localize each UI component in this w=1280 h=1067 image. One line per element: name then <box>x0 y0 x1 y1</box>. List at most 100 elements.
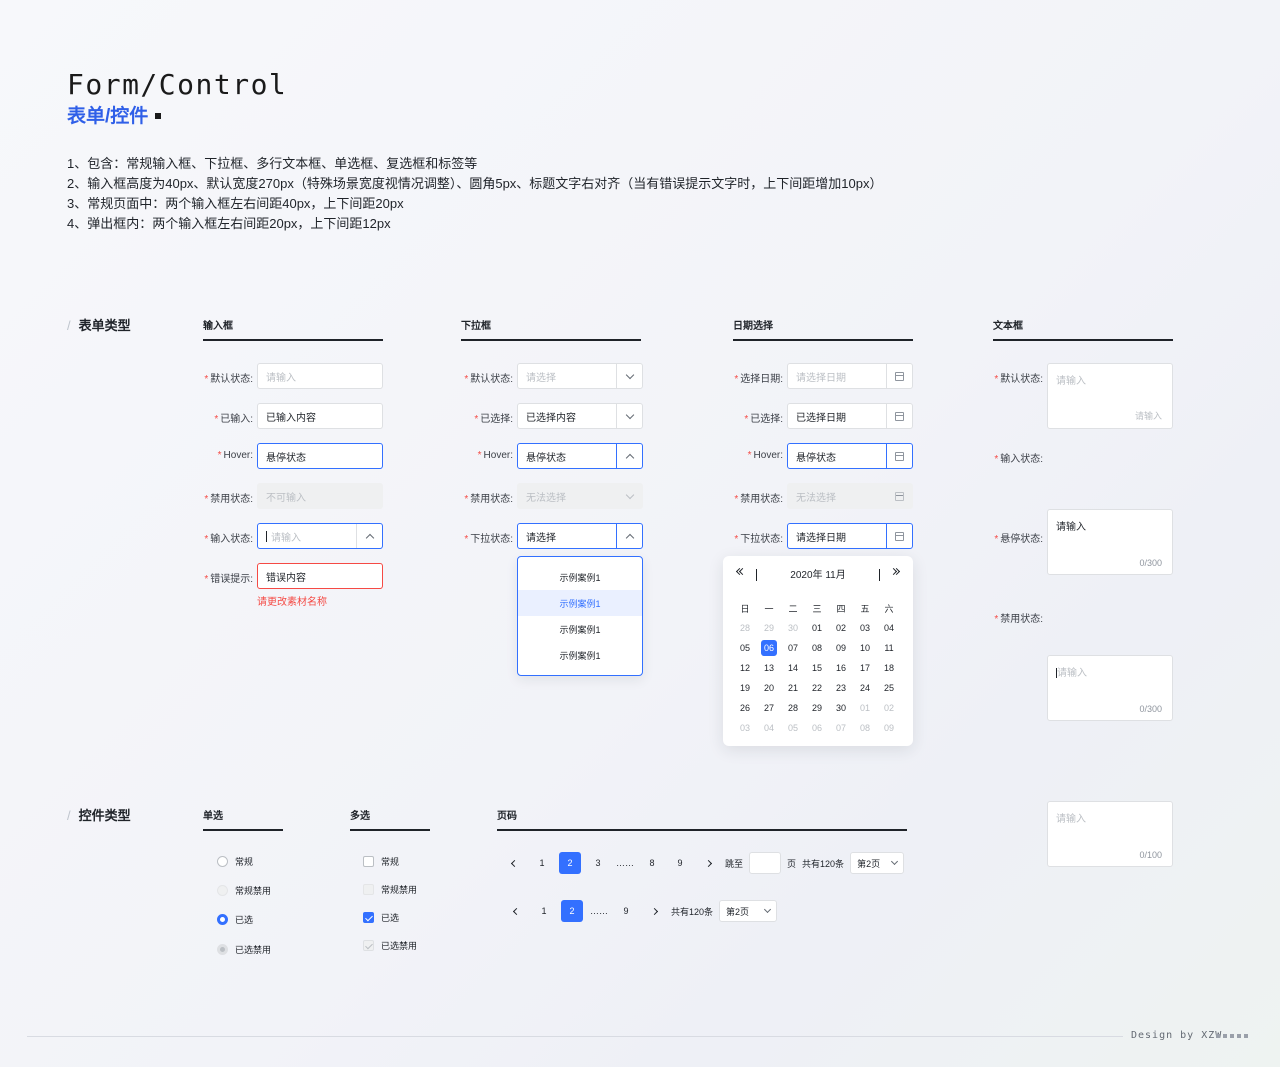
calendar-day[interactable]: 19 <box>733 678 757 698</box>
calendar-day[interactable]: 05 <box>781 718 805 738</box>
calendar-day[interactable]: 24 <box>853 678 877 698</box>
calendar-day[interactable]: 03 <box>733 718 757 738</box>
calendar-day[interactable]: 22 <box>805 678 829 698</box>
text-input-error[interactable]: 错误内容 <box>257 563 383 589</box>
calendar-day[interactable]: 05 <box>733 638 757 658</box>
calendar-day[interactable]: 16 <box>829 658 853 678</box>
page-number[interactable]: 9 <box>615 900 637 922</box>
radio-normal[interactable]: 常规 <box>217 854 253 868</box>
checkbox-checked[interactable]: 已选 <box>363 910 399 924</box>
page-number[interactable]: 9 <box>669 852 691 874</box>
page-number-active[interactable]: 2 <box>559 852 581 874</box>
date-input-filled[interactable]: 已选择日期 <box>787 403 913 429</box>
next-month-icon[interactable] <box>879 569 880 581</box>
checkbox-normal[interactable]: 常规 <box>363 854 399 868</box>
checkbox-disabled: 常规禁用 <box>363 882 417 896</box>
calendar-day[interactable]: 18 <box>877 658 901 678</box>
page-ellipsis[interactable]: …… <box>589 900 609 922</box>
calendar-day[interactable]: 11 <box>877 638 901 658</box>
dropdown-option-active[interactable]: 示例案例1 <box>518 590 642 616</box>
calendar-day[interactable]: 09 <box>829 638 853 658</box>
page-number[interactable]: 8 <box>641 852 663 874</box>
radio-circle[interactable] <box>217 855 228 867</box>
next-page-icon[interactable] <box>643 900 665 922</box>
calendar-day-label: 18 <box>883 663 894 673</box>
text-input-default[interactable]: 请输入 <box>257 363 383 389</box>
calendar-day[interactable]: 30 <box>781 618 805 638</box>
prev-page-icon[interactable] <box>505 900 527 922</box>
calendar-day[interactable]: 17 <box>853 658 877 678</box>
calendar-day[interactable]: 02 <box>877 698 901 718</box>
page-number[interactable]: 1 <box>531 852 553 874</box>
check-icon[interactable] <box>363 911 374 923</box>
calendar-day[interactable]: 04 <box>757 718 781 738</box>
page-size-select[interactable]: 第2页 <box>850 852 905 874</box>
textarea-default[interactable]: 请输入 请输入 <box>1047 363 1173 429</box>
calendar-day[interactable]: 09 <box>877 718 901 738</box>
chevron-up-icon[interactable] <box>356 524 382 548</box>
calendar-day[interactable]: 25 <box>877 678 901 698</box>
select-hover[interactable]: 悬停状态 <box>517 443 643 469</box>
calendar-day[interactable]: 13 <box>757 658 781 678</box>
calendar-day[interactable]: 23 <box>829 678 853 698</box>
footer-credit: Design by XZW <box>1131 1030 1223 1041</box>
page-ellipsis[interactable]: …… <box>615 852 635 874</box>
dropdown-option[interactable]: 示例案例1 <box>518 616 642 642</box>
select-filled[interactable]: 已选择内容 <box>517 403 643 429</box>
calendar-day[interactable]: 28 <box>781 698 805 718</box>
calendar-day-selected[interactable]: 06 <box>757 638 781 658</box>
date-input-default[interactable]: 请选择日期 <box>787 363 913 389</box>
next-page-icon[interactable] <box>697 852 719 874</box>
calendar-weekday: 日 <box>740 603 750 614</box>
text-input-active[interactable]: 请输入 <box>257 523 383 549</box>
calendar-day[interactable]: 26 <box>733 698 757 718</box>
jump-page-input[interactable] <box>749 852 782 874</box>
text-input-hover[interactable]: 悬停状态 <box>257 443 383 469</box>
calendar-day[interactable]: 07 <box>781 638 805 658</box>
text-input-filled[interactable]: 已输入内容 <box>257 403 383 429</box>
calendar-day[interactable]: 01 <box>853 698 877 718</box>
calendar-day[interactable]: 20 <box>757 678 781 698</box>
select-default[interactable]: 请选择 <box>517 363 643 389</box>
calendar-day[interactable]: 03 <box>853 618 877 638</box>
dropdown-option[interactable]: 示例案例1 <box>518 642 642 668</box>
select-open[interactable]: 请选择 <box>517 523 643 549</box>
textarea-hover[interactable]: 请输入 0/300 <box>1047 655 1173 721</box>
radio-circle[interactable] <box>217 913 228 925</box>
calendar-day[interactable]: 15 <box>805 658 829 678</box>
calendar-day[interactable]: 01 <box>805 618 829 638</box>
checkbox-box[interactable] <box>363 855 374 867</box>
calendar-day[interactable]: 04 <box>877 618 901 638</box>
calendar-day[interactable]: 02 <box>829 618 853 638</box>
calendar-day[interactable]: 08 <box>853 718 877 738</box>
page-size-select[interactable]: 第2页 <box>719 900 778 922</box>
prev-month-icon[interactable] <box>756 569 757 581</box>
dropdown-option[interactable]: 示例案例1 <box>518 564 642 590</box>
calendar-day[interactable]: 10 <box>853 638 877 658</box>
calendar-day[interactable]: 07 <box>829 718 853 738</box>
calendar-day[interactable]: 21 <box>781 678 805 698</box>
calendar-day-label: 30 <box>835 703 846 713</box>
prev-page-icon[interactable] <box>503 852 525 874</box>
calendar-day[interactable]: 06 <box>805 718 829 738</box>
prev-year-icon[interactable] <box>735 567 747 576</box>
calendar-day[interactable]: 29 <box>805 698 829 718</box>
page-number[interactable]: 3 <box>587 852 609 874</box>
page-number-active[interactable]: 2 <box>561 900 583 922</box>
date-input-hover[interactable]: 悬停状态 <box>787 443 913 469</box>
calendar-day[interactable]: 12 <box>733 658 757 678</box>
page-title-en: Form/Control <box>67 68 288 101</box>
calendar-day[interactable]: 29 <box>757 618 781 638</box>
radio-checked[interactable]: 已选 <box>217 912 253 926</box>
date-input-open[interactable]: 请选择日期 <box>787 523 913 549</box>
textarea-input[interactable]: 请输入 0/300 <box>1047 509 1173 575</box>
next-year-icon[interactable] <box>889 567 901 576</box>
col-title-input: 输入框 <box>203 317 383 341</box>
calendar-day[interactable]: 14 <box>781 658 805 678</box>
calendar-day[interactable]: 30 <box>829 698 853 718</box>
calendar-day[interactable]: 27 <box>757 698 781 718</box>
calendar-day[interactable]: 08 <box>805 638 829 658</box>
page-number[interactable]: 1 <box>533 900 555 922</box>
calendar-day[interactable]: 28 <box>733 618 757 638</box>
field-label: * Hover: <box>217 450 253 461</box>
